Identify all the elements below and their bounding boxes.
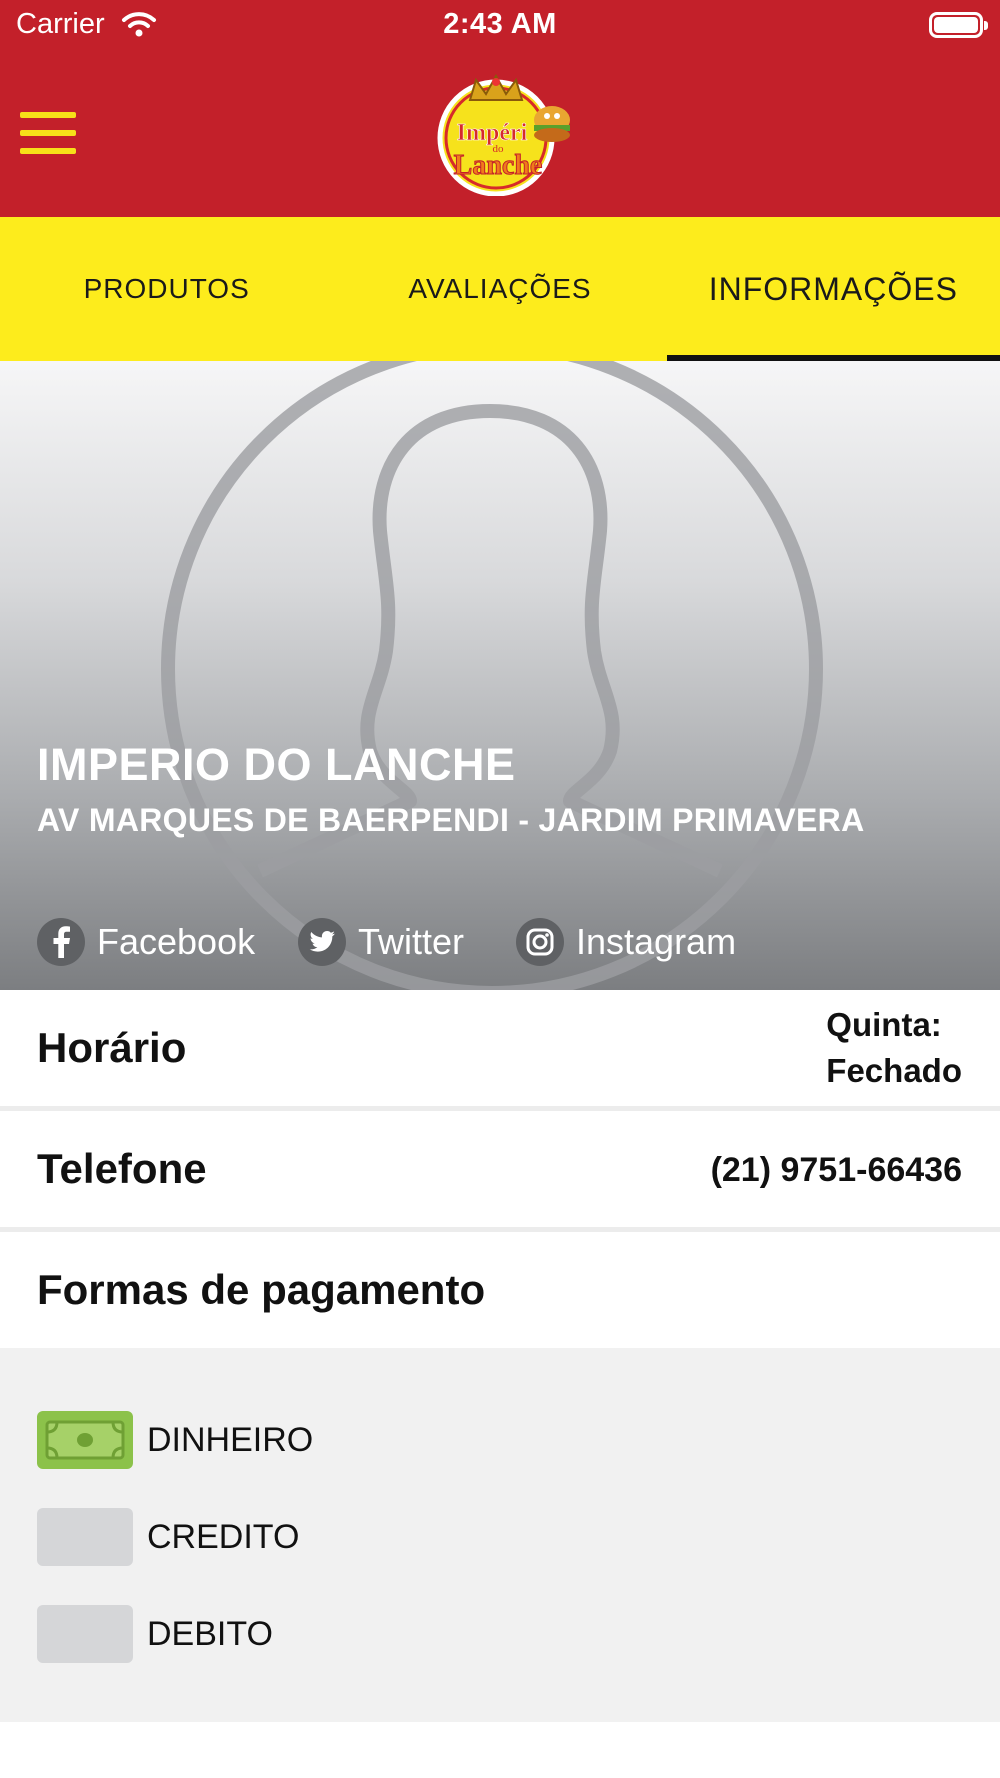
store-address: AV MARQUES DE BAERPENDI - JARDIM PRIMAVE… — [37, 802, 865, 838]
facebook-icon — [37, 918, 85, 966]
tab-bar: PRODUTOS AVALIAÇÕES INFORMAÇÕES — [0, 217, 1000, 361]
phone-row[interactable]: Telefone (21) 9751-66436 — [0, 1111, 1000, 1227]
credit-card-icon — [37, 1508, 133, 1566]
payment-item-debito: DEBITO — [37, 1604, 273, 1664]
menu-icon-bar — [20, 130, 76, 136]
debit-card-icon — [37, 1605, 133, 1663]
hours-value: Quinta: Fechado — [826, 1002, 962, 1094]
menu-icon-bar — [20, 148, 76, 154]
status-time: 2:43 AM — [443, 8, 557, 40]
hours-label: Horário — [37, 1024, 187, 1071]
tab-produtos[interactable]: PRODUTOS — [0, 217, 333, 361]
logo-text-3: Lanche — [454, 150, 543, 181]
store-cover: IMPERIO DO LANCHE AV MARQUES DE BAERPEND… — [0, 361, 1000, 990]
imperio-do-lanche-logo: Impéri do Lanche — [437, 73, 570, 196]
facebook-link[interactable]: Facebook — [37, 917, 255, 967]
payment-methods-list: DINHEIRO CREDITO DEBITO — [0, 1348, 1000, 1722]
payment-label: DINHEIRO — [147, 1420, 314, 1459]
cash-icon — [37, 1411, 133, 1469]
battery-icon — [929, 12, 988, 38]
payment-label: CREDITO — [147, 1517, 300, 1556]
tab-informacoes[interactable]: INFORMAÇÕES — [666, 217, 1000, 361]
payments-label: Formas de pagamento — [37, 1266, 486, 1313]
hamburger-menu-button[interactable] — [20, 112, 76, 154]
payment-item-dinheiro: DINHEIRO — [37, 1410, 313, 1470]
menu-icon-bar — [20, 112, 76, 118]
payments-header-row: Formas de pagamento — [0, 1232, 1000, 1348]
tab-avaliacoes[interactable]: AVALIAÇÕES — [333, 217, 666, 361]
instagram-link[interactable]: Instagram — [516, 917, 736, 967]
instagram-icon — [516, 918, 564, 966]
hours-row: Horário Quinta: Fechado — [0, 990, 1000, 1106]
store-name: IMPERIO DO LANCHE — [37, 739, 516, 790]
twitter-link[interactable]: Twitter — [298, 917, 464, 967]
phone-value[interactable]: (21) 9751-66436 — [711, 1147, 962, 1195]
twitter-label: Twitter — [358, 921, 465, 962]
facebook-label: Facebook — [97, 921, 256, 962]
app-header: Carrier 2:43 AM Impéri do Lanche — [0, 0, 1000, 217]
payment-label: DEBITO — [147, 1614, 273, 1653]
hours-day: Quinta: — [826, 1006, 942, 1043]
twitter-icon — [298, 918, 346, 966]
avatar-placeholder-icon — [161, 361, 823, 990]
status-bar: Carrier 2:43 AM — [0, 0, 1000, 50]
instagram-label: Instagram — [576, 921, 737, 962]
hours-status: Fechado — [826, 1052, 962, 1090]
payment-item-credito: CREDITO — [37, 1507, 299, 1567]
phone-label: Telefone — [37, 1145, 207, 1192]
